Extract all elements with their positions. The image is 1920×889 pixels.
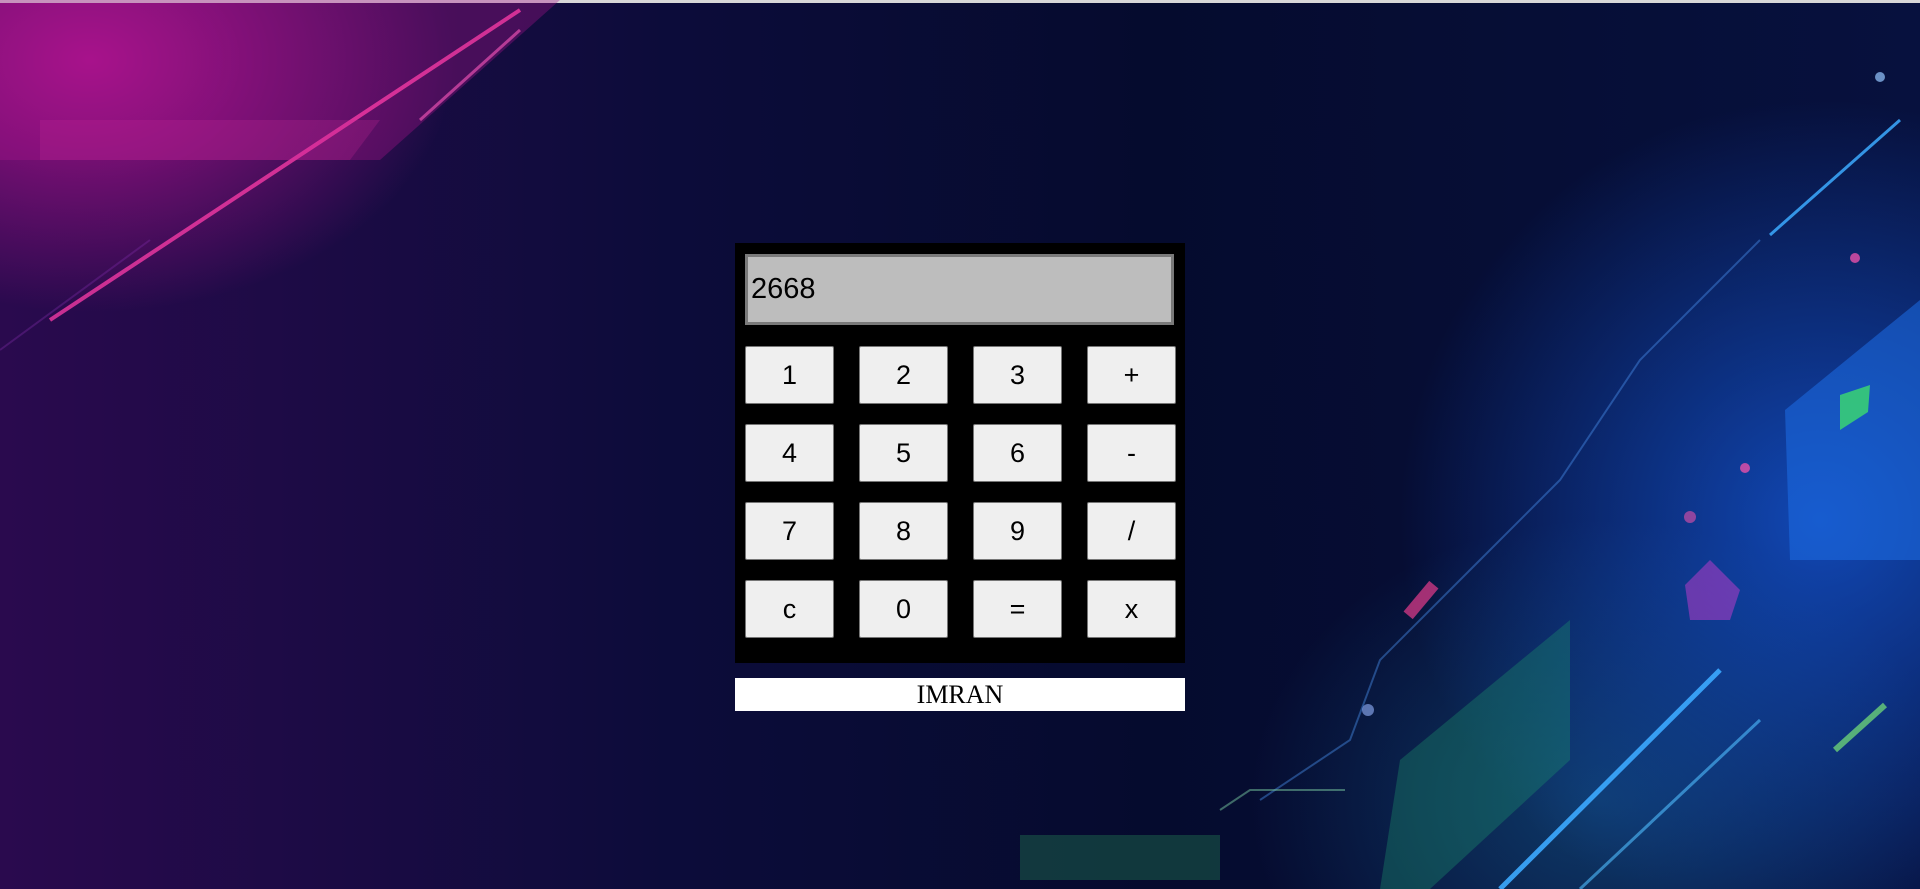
keypad: 1 2 3 +4 5 6- 7 8 9 / c 0 = x: [745, 346, 1176, 638]
key-0-button[interactable]: 0: [859, 580, 948, 638]
key-clear-button[interactable]: c: [745, 580, 834, 638]
key-1-button[interactable]: 1: [745, 346, 834, 404]
key-9-button[interactable]: 9: [973, 502, 1062, 560]
key-equals-button[interactable]: =: [973, 580, 1062, 638]
key-4-button[interactable]: 4: [745, 424, 834, 482]
author-name: IMRAN: [916, 680, 1004, 709]
key-2-button[interactable]: 2: [859, 346, 948, 404]
key-add-button[interactable]: +: [1087, 346, 1176, 404]
key-divide-button[interactable]: /: [1087, 502, 1176, 560]
key-7-button[interactable]: 7: [745, 502, 834, 560]
author-footer: IMRAN: [735, 678, 1185, 711]
magenta-streaks: [0, 0, 560, 351]
calculator-display[interactable]: [745, 254, 1174, 325]
key-8-button[interactable]: 8: [859, 502, 948, 560]
key-5-button[interactable]: 5: [859, 424, 948, 482]
key-subtract-button[interactable]: -: [1087, 424, 1176, 482]
calculator: 123 +456- 789 / c0 = x: [735, 243, 1185, 663]
key-3-button[interactable]: 3: [973, 346, 1062, 404]
key-6-button[interactable]: 6: [973, 424, 1062, 482]
key-multiply-button[interactable]: x: [1087, 580, 1176, 638]
